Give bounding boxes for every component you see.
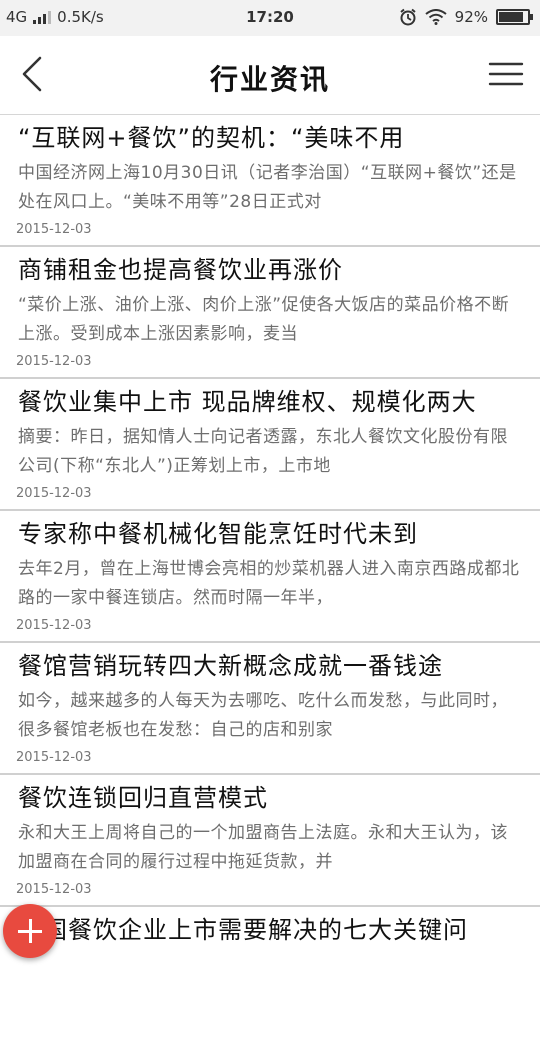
page-title: 行业资讯 (209, 63, 330, 96)
news-list: “互联网+餐饮”的契机：“美味不用 中国经济网上海10月30日讯（记者李治国）“… (0, 115, 540, 1039)
alarm-icon (400, 8, 416, 26)
news-date: 2015-12-03 (16, 750, 92, 765)
news-title: “互联网+餐饮”的契机：“美味不用 (18, 124, 405, 152)
news-item[interactable]: 中国餐饮企业上市需要解决的七大关键问 (0, 907, 540, 1039)
battery-percent: 92% (454, 8, 488, 26)
news-item[interactable]: 餐馆营销玩转四大新概念成就一番钱途 如今，越来越多的人每天为去哪吃、吃什么而发愁… (0, 643, 540, 775)
news-title: 餐饮业集中上市 现品牌维权、规模化两大 (18, 388, 477, 416)
news-item[interactable]: 商铺租金也提高餐饮业再涨价 “菜价上涨、油价上涨、肉价上涨”促使各大饭店的菜品价… (0, 247, 540, 379)
app-bar: 行业资讯 (0, 36, 540, 115)
news-summary: 中国经济网上海10月30日讯（记者李治国）“互联网+餐饮”还是处在风口上。“美味… (18, 163, 517, 212)
news-summary: 去年2月，曾在上海世博会亮相的炒菜机器人进入南京西路成都北路的一家中餐连锁店。然… (18, 559, 520, 608)
status-right: 92% (399, 8, 533, 26)
news-summary: 永和大王上周将自己的一个加盟商告上法庭。永和大王认为，该加盟商在合同的履行过程中… (18, 823, 508, 872)
news-date: 2015-12-03 (16, 486, 92, 501)
news-title: 餐馆营销玩转四大新概念成就一番钱途 (18, 652, 443, 680)
menu-icon[interactable] (484, 54, 528, 98)
news-summary: 如今，越来越多的人每天为去哪吃、吃什么而发愁，与此同时，很多餐馆老板也在发愁：自… (18, 691, 508, 740)
news-title: 中国餐饮企业上市需要解决的七大关键问 (18, 916, 468, 944)
news-item[interactable]: 专家称中餐机械化智能烹饪时代未到 去年2月，曾在上海世博会亮相的炒菜机器人进入南… (0, 511, 540, 643)
news-item[interactable]: “互联网+餐饮”的契机：“美味不用 中国经济网上海10月30日讯（记者李治国）“… (0, 115, 540, 247)
status-bar: 4G 0.5K/s 17:20 92% (0, 0, 540, 36)
battery-fill (499, 12, 523, 22)
news-summary: 摘要：昨日，据知情人士向记者透露，东北人餐饮文化股份有限公司(下称“东北人”)正… (18, 427, 508, 476)
battery-icon (496, 9, 533, 25)
news-title: 专家称中餐机械化智能烹饪时代未到 (18, 520, 418, 548)
news-summary: “菜价上涨、油价上涨、肉价上涨”促使各大饭店的菜品价格不断上涨。受到成本上涨因素… (18, 295, 510, 344)
news-item[interactable]: 餐饮业集中上市 现品牌维权、规模化两大 摘要：昨日，据知情人士向记者透露，东北人… (0, 379, 540, 511)
news-title: 餐饮连锁回归直营模式 (18, 784, 268, 812)
news-date: 2015-12-03 (16, 618, 92, 633)
news-date: 2015-12-03 (16, 882, 92, 897)
add-button[interactable] (3, 904, 57, 958)
news-item[interactable]: 餐饮连锁回归直营模式 永和大王上周将自己的一个加盟商告上法庭。永和大王认为，该加… (0, 775, 540, 907)
news-date: 2015-12-03 (16, 222, 92, 237)
news-title: 商铺租金也提高餐饮业再涨价 (18, 256, 343, 284)
news-date: 2015-12-03 (16, 354, 92, 369)
wifi-icon (425, 9, 447, 25)
